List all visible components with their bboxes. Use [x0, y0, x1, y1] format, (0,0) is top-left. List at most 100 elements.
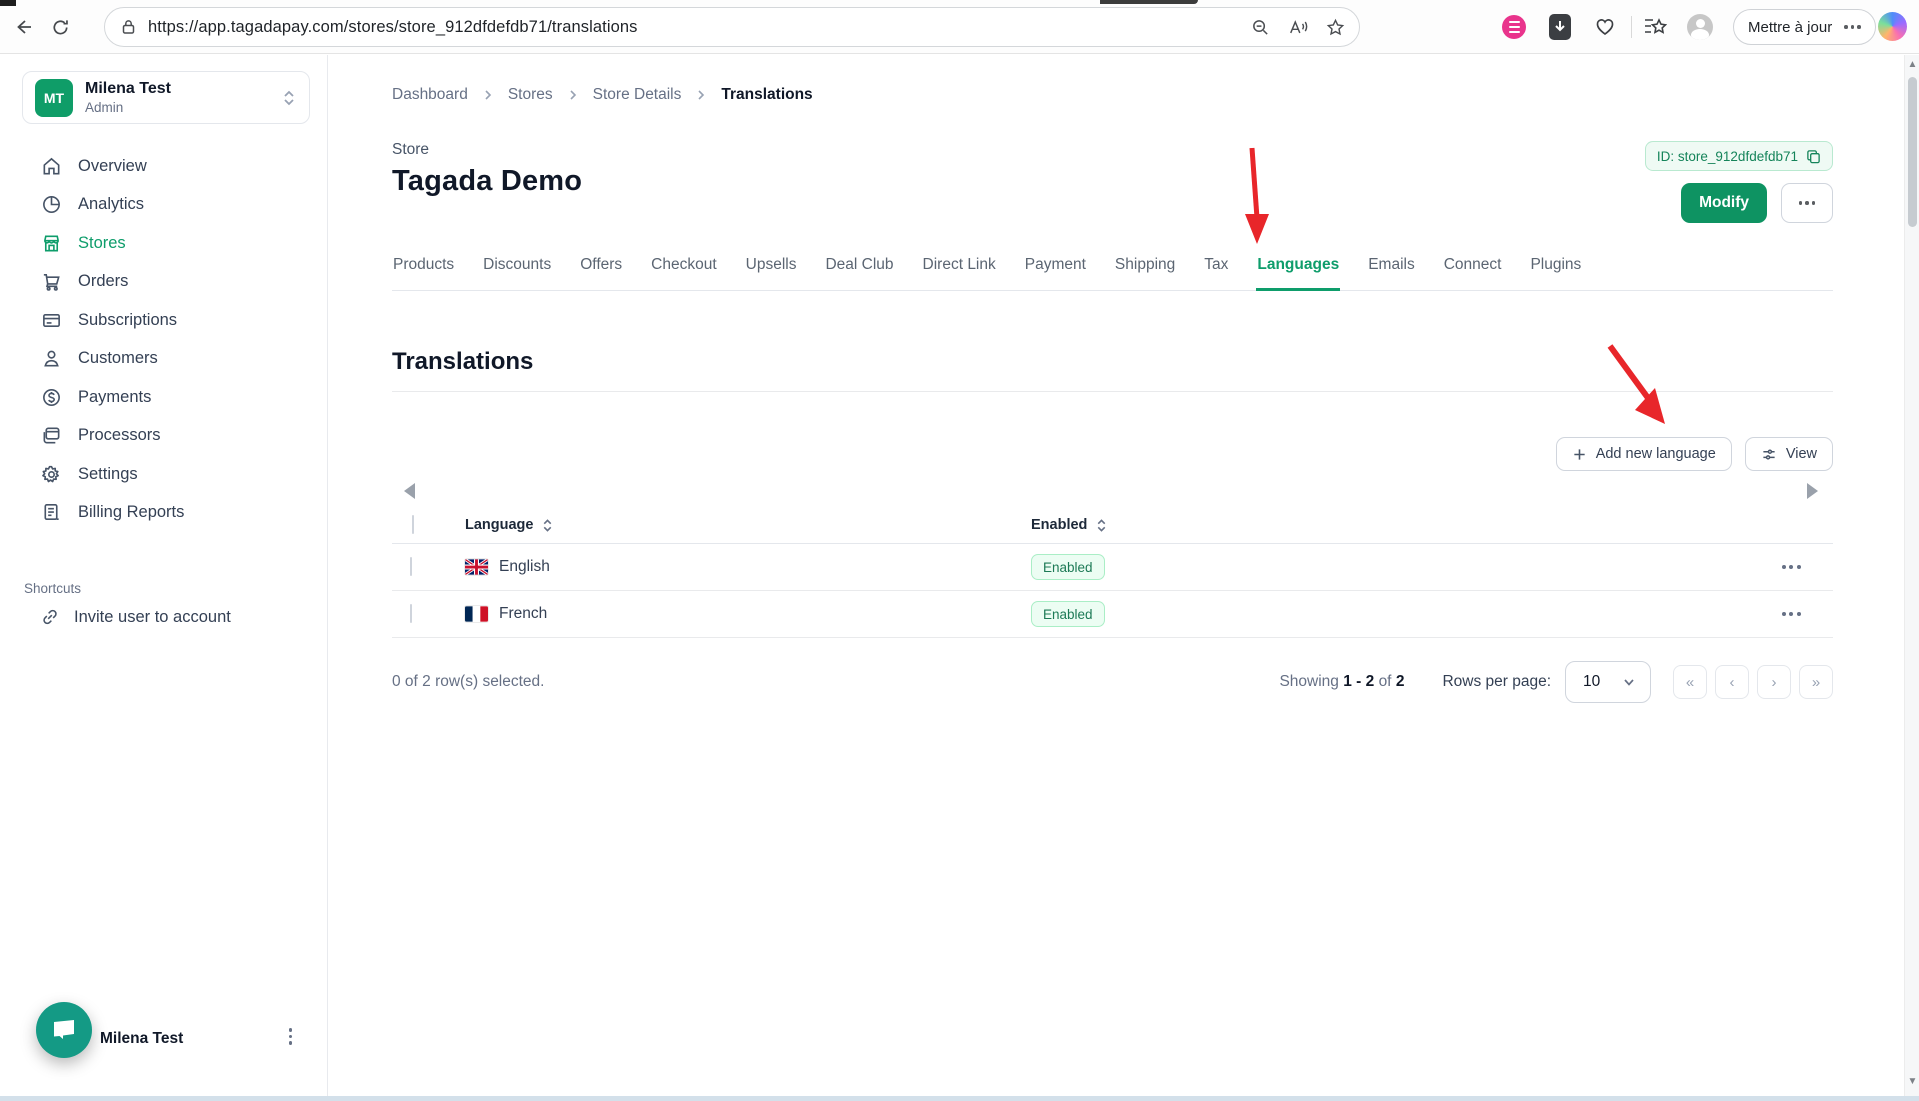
browser-essentials-icon[interactable]	[1592, 14, 1618, 40]
sort-icon[interactable]	[1095, 518, 1108, 533]
table-row-english[interactable]: English Enabled	[392, 544, 1833, 591]
breadcrumb-dashboard[interactable]: Dashboard	[392, 86, 468, 104]
copy-icon[interactable]	[1806, 149, 1821, 164]
read-aloud-icon[interactable]	[1288, 18, 1308, 37]
zoom-out-icon[interactable]	[1251, 18, 1270, 37]
row-checkbox[interactable]	[410, 557, 412, 576]
add-new-language-label: Add new language	[1595, 446, 1716, 462]
modify-button[interactable]: Modify	[1681, 183, 1767, 223]
back-button-icon[interactable]	[10, 13, 38, 41]
sidebar-item-label: Billing Reports	[78, 503, 185, 522]
row-checkbox[interactable]	[410, 604, 412, 623]
rows-per-page-select[interactable]: 10	[1565, 661, 1651, 703]
scroll-left-icon[interactable]	[404, 483, 415, 499]
browser-update-button[interactable]: Mettre à jour	[1733, 9, 1876, 45]
sidebar-item-customers[interactable]: Customers	[0, 340, 328, 379]
browser-menu-icon[interactable]	[1844, 25, 1861, 29]
rows-selected-text: 0 of 2 row(s) selected.	[392, 673, 545, 690]
last-page-button[interactable]: »	[1799, 665, 1833, 699]
column-header-enabled[interactable]: Enabled	[1031, 517, 1749, 533]
chat-widget-button[interactable]	[36, 1002, 92, 1058]
extension-pink-icon[interactable]	[1501, 14, 1527, 40]
sidebar-item-analytics[interactable]: Analytics	[0, 186, 328, 225]
scroll-right-icon[interactable]	[1807, 483, 1818, 499]
tab-payment[interactable]: Payment	[1024, 246, 1087, 290]
account-role: Admin	[85, 100, 124, 115]
tab-offers[interactable]: Offers	[579, 246, 623, 290]
section-divider	[392, 391, 1833, 392]
breadcrumb-translations: Translations	[721, 86, 813, 103]
layers-card-icon	[40, 425, 62, 447]
favorite-star-icon[interactable]	[1326, 18, 1345, 37]
tab-emails[interactable]: Emails	[1367, 246, 1416, 290]
column-header-language[interactable]: Language	[448, 517, 1031, 533]
sidebar-item-payments[interactable]: Payments	[0, 378, 328, 417]
prev-page-button[interactable]: ‹	[1715, 665, 1749, 699]
sort-icon[interactable]	[541, 518, 554, 533]
user-icon	[40, 348, 62, 370]
app-window: https://app.tagadapay.com/stores/store_9…	[0, 0, 1919, 1101]
sidebar-item-billing-reports[interactable]: Billing Reports	[0, 494, 328, 533]
scrollbar-thumb[interactable]	[1908, 77, 1917, 227]
tab-discounts[interactable]: Discounts	[482, 246, 552, 290]
tab-shipping[interactable]: Shipping	[1114, 246, 1176, 290]
breadcrumb-stores[interactable]: Stores	[508, 86, 553, 104]
refresh-button-icon[interactable]	[46, 13, 74, 41]
sidebar-item-stores[interactable]: Stores	[0, 224, 328, 263]
showing-total: 2	[1395, 673, 1405, 690]
address-bar[interactable]: https://app.tagadapay.com/stores/store_9…	[104, 7, 1360, 47]
row-actions-button[interactable]	[1749, 565, 1833, 569]
vertical-scrollbar[interactable]: ▲ ▼	[1904, 55, 1919, 1096]
sidebar-item-subscriptions[interactable]: Subscriptions	[0, 301, 328, 340]
sidebar: MT Milena Test Admin Overview Analytics …	[0, 55, 328, 1096]
language-name: French	[499, 605, 548, 622]
next-page-button[interactable]: ›	[1757, 665, 1791, 699]
collections-icon[interactable]	[1642, 14, 1668, 40]
sidebar-item-label: Settings	[78, 464, 138, 483]
report-document-icon	[40, 502, 62, 524]
tab-languages[interactable]: Languages	[1256, 246, 1341, 291]
first-page-button[interactable]: «	[1673, 665, 1707, 699]
ellipsis-icon	[1798, 201, 1816, 205]
table-row-french[interactable]: French Enabled	[392, 591, 1833, 638]
sidebar-item-processors[interactable]: Processors	[0, 417, 328, 456]
table-footer: 0 of 2 row(s) selected. Showing 1 - 2 of…	[392, 661, 1833, 703]
user-menu-kebab-icon[interactable]	[288, 1028, 292, 1045]
tab-direct-link[interactable]: Direct Link	[922, 246, 997, 290]
tab-deal-club[interactable]: Deal Club	[824, 246, 894, 290]
copilot-icon[interactable]	[1878, 12, 1907, 41]
add-new-language-button[interactable]: Add new language	[1555, 437, 1732, 471]
store-id-badge[interactable]: ID: store_912dfdefdb71	[1644, 141, 1833, 171]
select-all-checkbox[interactable]	[412, 515, 414, 534]
url-text[interactable]: https://app.tagadapay.com/stores/store_9…	[148, 18, 638, 37]
scroll-down-icon[interactable]: ▼	[1907, 1076, 1919, 1088]
profile-avatar[interactable]	[1687, 14, 1713, 40]
table-scroll-hints	[392, 477, 1833, 503]
showing-range: 1 - 2	[1343, 673, 1375, 690]
tab-plugins[interactable]: Plugins	[1529, 246, 1582, 290]
tab-tax[interactable]: Tax	[1203, 246, 1229, 290]
footer-user-name: Milena Test	[100, 1030, 184, 1047]
account-switcher[interactable]: MT Milena Test Admin	[22, 71, 310, 124]
row-actions-button[interactable]	[1749, 612, 1833, 616]
sidebar-item-overview[interactable]: Overview	[0, 147, 328, 186]
tab-upsells[interactable]: Upsells	[745, 246, 798, 290]
sidebar-item-settings[interactable]: Settings	[0, 455, 328, 494]
tab-products[interactable]: Products	[392, 246, 455, 290]
chevrons-up-down-icon	[281, 89, 297, 107]
tab-checkout[interactable]: Checkout	[650, 246, 717, 290]
scroll-up-icon[interactable]: ▲	[1907, 59, 1919, 71]
page-title: Translations	[392, 348, 534, 375]
breadcrumb-store-details[interactable]: Store Details	[593, 86, 682, 104]
browser-update-label: Mettre à jour	[1748, 18, 1833, 36]
invite-user-shortcut[interactable]: Invite user to account	[40, 607, 231, 627]
extension-download-icon[interactable]	[1547, 14, 1573, 40]
view-button[interactable]: View	[1744, 437, 1833, 471]
sidebar-item-label: Customers	[78, 349, 158, 368]
sidebar-item-orders[interactable]: Orders	[0, 263, 328, 302]
store-more-button[interactable]	[1781, 183, 1833, 223]
sidebar-item-label: Orders	[78, 272, 129, 291]
tab-connect[interactable]: Connect	[1443, 246, 1503, 290]
toolbar-divider	[1631, 16, 1632, 38]
lock-icon[interactable]	[121, 19, 136, 35]
